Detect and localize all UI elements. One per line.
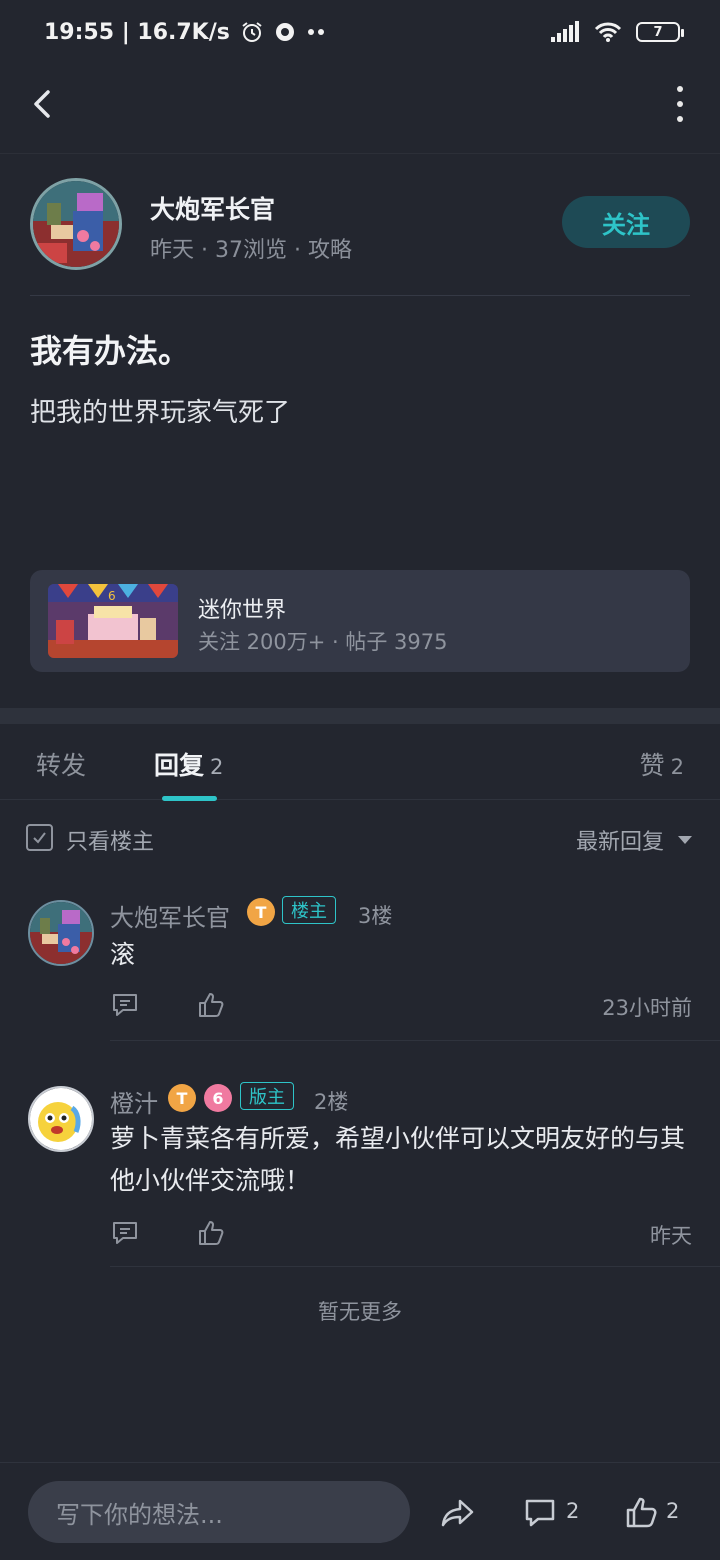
comment-icon[interactable]	[110, 990, 140, 1020]
sort-dropdown[interactable]: 最新回复	[576, 824, 664, 856]
thumbs-up-icon[interactable]	[196, 1218, 226, 1248]
author-avatar[interactable]	[30, 178, 122, 270]
floor-number: 3楼	[358, 904, 393, 928]
top-bar	[0, 64, 720, 154]
back-arrow-icon[interactable]	[22, 82, 66, 126]
op-badge: 楼主	[282, 896, 336, 924]
only-op-checkbox[interactable]	[26, 824, 53, 851]
section-divider	[0, 708, 720, 724]
thumbs-up-icon[interactable]	[624, 1495, 660, 1531]
chevron-down-icon[interactable]	[678, 836, 692, 844]
reply-filter-row: 只看楼主 最新回复	[26, 820, 694, 860]
likes-count: 2	[670, 755, 684, 779]
tab-replies[interactable]: 回复 2	[154, 746, 223, 782]
reply-divider	[110, 1266, 720, 1267]
battery-icon: 7	[636, 22, 684, 42]
reply-avatar[interactable]	[28, 1086, 94, 1152]
more-options-icon[interactable]	[674, 86, 686, 122]
reply-text: 滚	[110, 940, 136, 969]
wifi-icon	[594, 22, 622, 42]
game-thumbnail: 6	[48, 584, 178, 658]
signal-icon	[551, 21, 579, 42]
reply-divider	[110, 1040, 720, 1041]
tabs-bar: 转发 回复 2 赞2	[0, 724, 720, 801]
more-notifications-icon	[307, 29, 324, 35]
only-op-label[interactable]: 只看楼主	[66, 824, 154, 856]
reply-item: 橙汁 T 6 版主 2楼 萝卜青菜各有所爱，希望小伙伴可以文明友好的与其他小伙伴…	[0, 1080, 720, 1268]
tab-repost[interactable]: 转发	[36, 746, 86, 782]
reply-time: 23小时前	[602, 996, 692, 1020]
bottom-action-bar: 写下你的想法... 2 2	[0, 1462, 720, 1560]
post-meta: 昨天 · 37浏览 · 攻略	[150, 238, 352, 263]
no-more-text: 暂无更多	[318, 1300, 402, 1324]
comment-placeholder: 写下你的想法...	[56, 1500, 223, 1529]
game-stats: 关注 200万+ · 帖子 3975	[198, 630, 448, 654]
post-body: 把我的世界玩家气死了	[30, 398, 291, 428]
tab-likes[interactable]: 赞2	[640, 746, 684, 782]
svg-text:6: 6	[108, 589, 116, 603]
reply-item: 大炮军长官 T 楼主 3楼 滚 23小时前	[0, 894, 720, 1041]
alarm-icon	[242, 22, 262, 42]
share-icon[interactable]	[440, 1495, 476, 1531]
replies-count: 2	[210, 755, 224, 779]
thumbs-up-icon[interactable]	[196, 990, 226, 1020]
floor-number: 2楼	[314, 1090, 349, 1114]
level-badge-icon: T	[247, 898, 275, 926]
active-tab-indicator	[162, 796, 217, 801]
author-name[interactable]: 大炮军长官	[150, 190, 275, 226]
like-count: 2	[666, 1499, 680, 1523]
post-title: 我有办法。	[30, 332, 191, 370]
comment-input[interactable]: 写下你的想法...	[28, 1481, 410, 1543]
reply-avatar[interactable]	[28, 900, 94, 966]
author-header: 大炮军长官 昨天 · 37浏览 · 攻略 关注	[30, 176, 690, 296]
comment-icon[interactable]	[522, 1495, 558, 1531]
comment-icon[interactable]	[110, 1218, 140, 1248]
moderator-badge: 版主	[240, 1082, 294, 1110]
reply-time: 昨天	[650, 1224, 692, 1248]
level-badge-icon: T	[168, 1084, 196, 1112]
check-icon	[33, 832, 46, 844]
reply-author[interactable]: 大炮军长官	[110, 898, 230, 933]
status-bar: 19:55 | 16.7K/s 7	[0, 0, 720, 64]
reply-author[interactable]: 橙汁	[110, 1084, 158, 1119]
reply-text: 萝卜青菜各有所爱，希望小伙伴可以文明友好的与其他小伙伴交流哦！	[110, 1124, 686, 1195]
app-notification-icon	[275, 23, 294, 41]
game-forum-card[interactable]: 6 迷你世界 关注 200万+ · 帖子 3975	[30, 570, 690, 672]
follow-button[interactable]: 关注	[562, 196, 690, 248]
achievement-badge-icon: 6	[204, 1084, 232, 1112]
game-name: 迷你世界	[198, 598, 287, 623]
comment-count: 2	[566, 1499, 580, 1523]
status-time-speed: 19:55 | 16.7K/s	[44, 19, 230, 45]
